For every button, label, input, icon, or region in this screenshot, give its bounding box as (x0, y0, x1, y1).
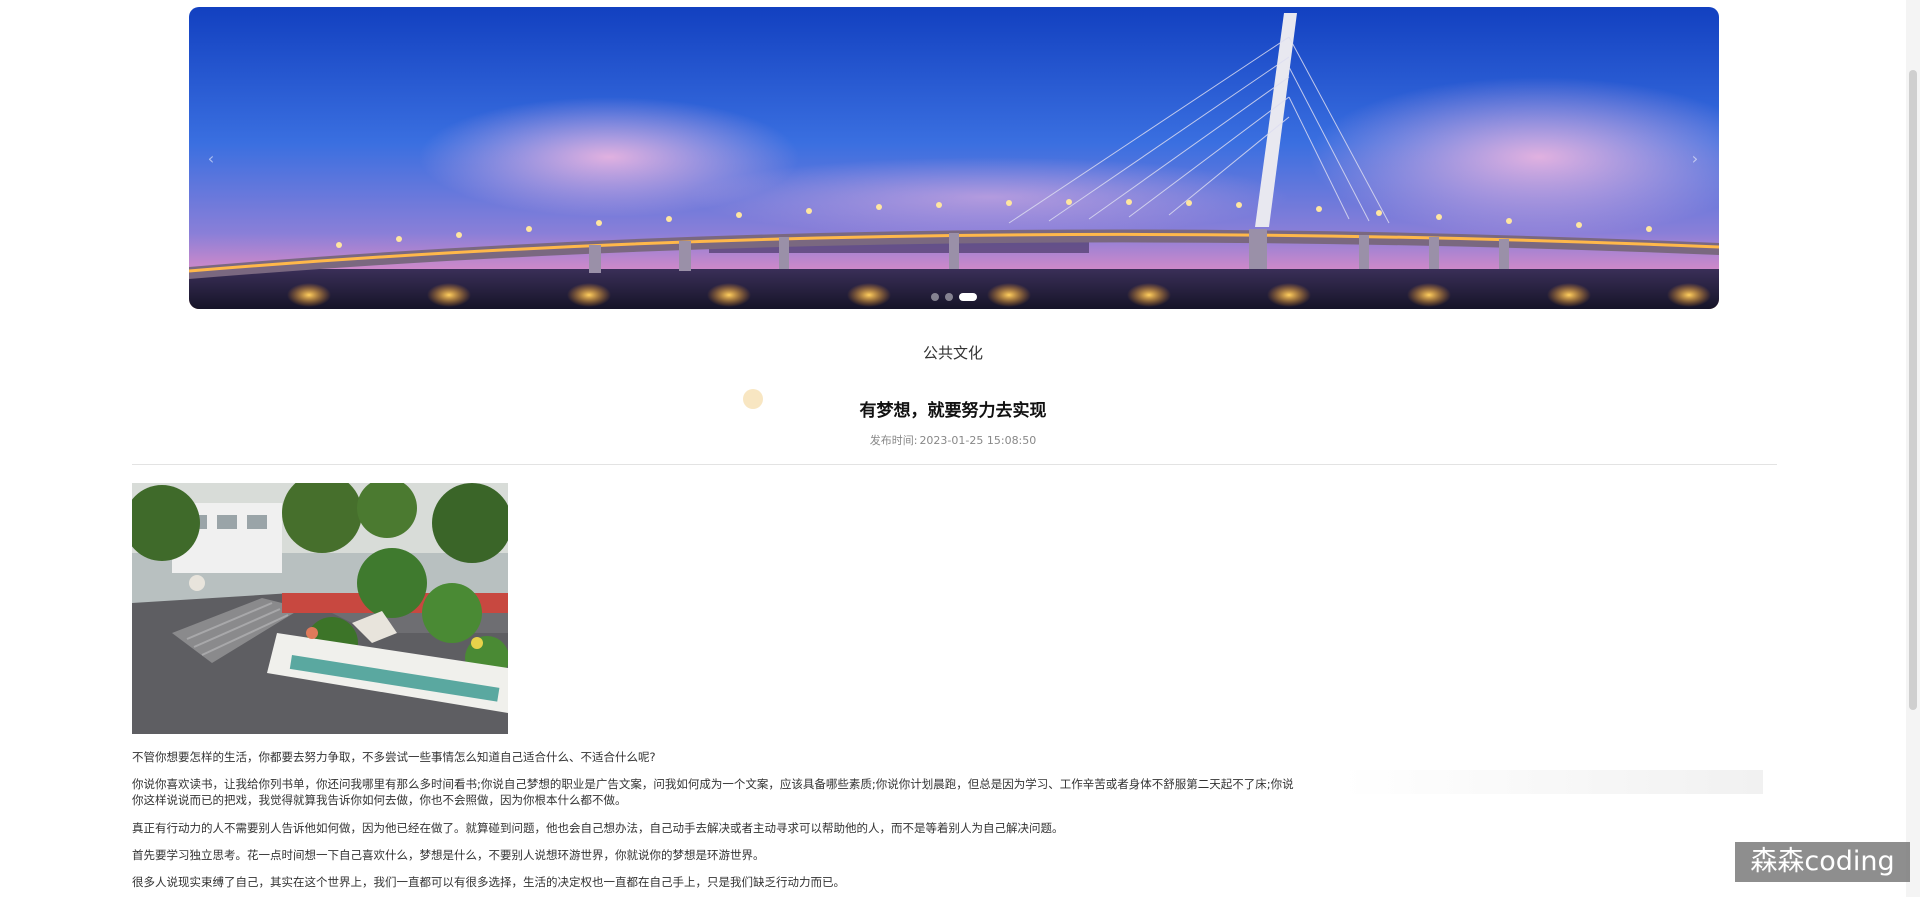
publish-time-value: 2023-01-25 15:08:50 (919, 434, 1037, 447)
watermark: 森森coding (1735, 842, 1910, 882)
article-image (132, 483, 508, 734)
article-paragraph-line: 你说你喜欢读书，让我给你列书单，你还问我哪里有那么多时间看书;你说自己梦想的职业… (132, 777, 1294, 791)
carousel-prev-button[interactable]: ‹ (197, 145, 225, 173)
article-title: 有梦想，就要努力去实现 (859, 401, 1047, 421)
scrollbar-thumb[interactable] (1909, 70, 1917, 710)
blurred-region (1343, 770, 1763, 794)
carousel-dot[interactable] (945, 293, 953, 301)
article-paragraph: 不管你想要怎样的生活，你都要去努力争取，不多尝试一些事情怎么知道自己适合什么、不… (132, 750, 656, 764)
article-paragraph-line: 你这样说说而已的把戏，我觉得就算我告诉你如何去做，你也不会照做，因为你根本什么都… (132, 793, 627, 807)
carousel-dot[interactable] (931, 293, 939, 301)
publish-time: 发布时间: 2023-01-25 15:08:50 (0, 432, 1906, 448)
article-paragraph: 首先要学习独立思考。花一点时间想一下自己喜欢什么，梦想是什么，不要别人说想环游世… (132, 848, 765, 862)
divider (132, 464, 1777, 465)
page-scrollbar[interactable] (1906, 0, 1920, 897)
garden-photo (132, 483, 508, 734)
carousel-dot-active[interactable] (959, 293, 977, 301)
category-heading: 公共文化 (922, 344, 983, 362)
carousel-next-button[interactable]: › (1681, 145, 1709, 173)
carousel-indicators (189, 293, 1719, 301)
article-paragraph: 你说你喜欢读书，让我给你列书单，你还问我哪里有那么多时间看书;你说自己梦想的职业… (132, 776, 1342, 808)
publish-time-label: 发布时间: (869, 434, 918, 447)
banner-carousel: ‹ › (189, 7, 1719, 309)
article-paragraph: 很多人说现实束缚了自己，其实在这个世界上，我们一直都可以有很多选择，生活的决定权… (132, 875, 845, 889)
bridge-night-image (189, 7, 1719, 309)
article-paragraph: 真正有行动力的人不需要别人告诉他如何做，因为他已经在做了。就算碰到问题，他也会自… (132, 821, 1064, 835)
